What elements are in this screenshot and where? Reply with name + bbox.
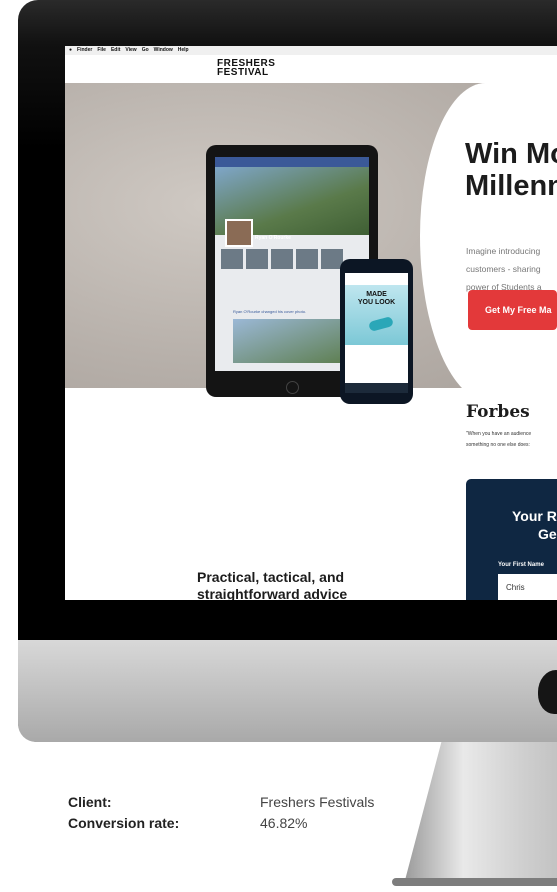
- screen-bezel-bottom: [65, 600, 557, 640]
- signup-form-panel: Your R Ge Your First Name: [466, 479, 557, 600]
- first-name-label: Your First Name: [498, 562, 544, 568]
- menu-file[interactable]: File: [97, 46, 106, 55]
- site-header: FRESHERS FESTIVAL: [65, 55, 557, 83]
- form-title: Your R Ge: [512, 508, 557, 542]
- first-name-field[interactable]: [498, 574, 557, 600]
- imac-stand-base: [392, 878, 557, 886]
- forbes-logo: Forbes: [466, 402, 530, 422]
- facebook-top-bar: [215, 157, 369, 167]
- menu-go[interactable]: Go: [142, 46, 149, 55]
- conversion-rate-value: 46.82%: [260, 815, 308, 831]
- imac-stand: [404, 742, 557, 884]
- forbes-quote: "When you have an audience something no …: [466, 431, 532, 448]
- apple-menu-icon[interactable]: ●: [69, 46, 72, 55]
- client-value: Freshers Festivals: [260, 794, 375, 810]
- menu-finder[interactable]: Finder: [77, 46, 92, 55]
- photo-thumb: [246, 249, 268, 269]
- tablet-home-button: [286, 381, 299, 394]
- photo-thumb: [271, 249, 293, 269]
- imac-chin: [18, 640, 557, 742]
- photo-thumb: [221, 249, 243, 269]
- phone-nav-bar: [345, 383, 408, 393]
- advice-heading: Practical, tactical, and straightforward…: [197, 569, 348, 602]
- profile-name: Ryan O'Rourke: [255, 235, 291, 241]
- menu-window[interactable]: Window: [154, 46, 173, 55]
- photo-thumb: [296, 249, 318, 269]
- get-free-button[interactable]: Get My Free Ma: [468, 290, 557, 330]
- menu-help[interactable]: Help: [178, 46, 189, 55]
- phone-mockup: MADE YOU LOOK: [340, 259, 413, 404]
- hero-copy: Imagine introducing customers - sharing …: [466, 246, 542, 292]
- post-image: [233, 319, 357, 363]
- freshers-festival-logo[interactable]: FRESHERS FESTIVAL: [217, 59, 275, 78]
- client-label: Client:: [68, 794, 112, 810]
- ad-text: MADE YOU LOOK: [357, 291, 396, 306]
- phone-screen: MADE YOU LOOK: [345, 273, 408, 393]
- menu-view[interactable]: View: [125, 46, 136, 55]
- mac-menubar: ● Finder File Edit View Go Window Help: [65, 46, 557, 55]
- photo-strip: [221, 249, 343, 269]
- conversion-rate-label: Conversion rate:: [68, 815, 180, 831]
- hero-headline: Win Mo Millenn: [465, 138, 557, 202]
- profile-avatar: [225, 219, 253, 247]
- menu-edit[interactable]: Edit: [111, 46, 120, 55]
- post-text: Ryan O'Rourke changed his cover photo.: [233, 309, 307, 314]
